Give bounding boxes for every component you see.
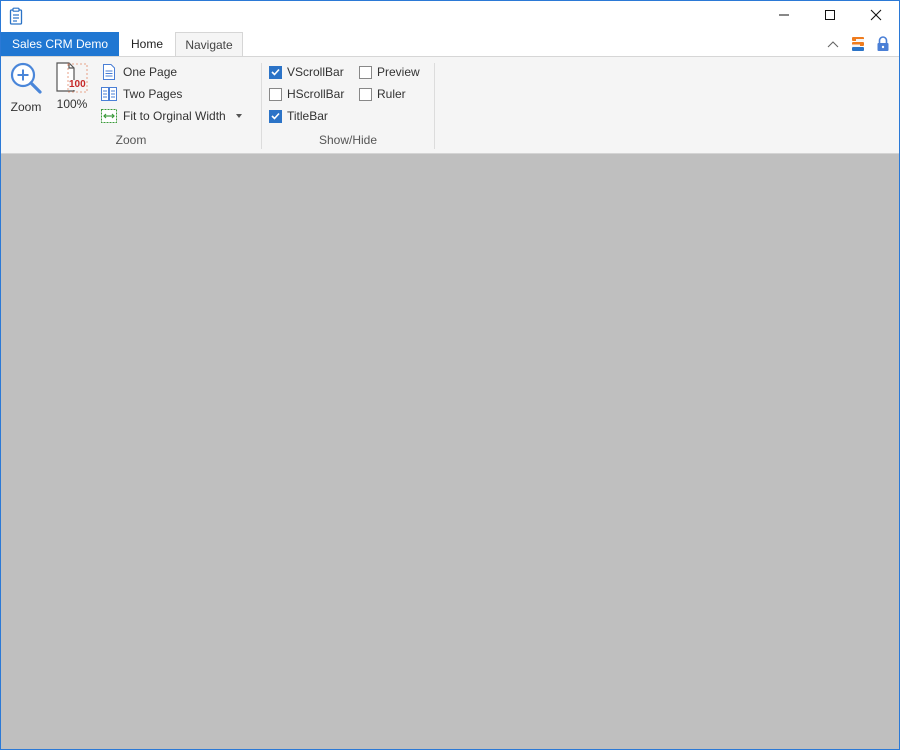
ruler-checkbox[interactable]: Ruler <box>359 84 406 104</box>
zoom-button-label: Zoom <box>10 100 42 114</box>
one-page-label: One Page <box>123 65 178 79</box>
minimize-icon <box>778 9 790 24</box>
maximize-button[interactable] <box>807 1 853 31</box>
one-page-icon <box>101 64 117 80</box>
clipboard-icon[interactable] <box>9 7 23 25</box>
fit-width-label: Fit to Orginal Width <box>123 109 226 123</box>
checkbox-unchecked-icon <box>359 87 372 101</box>
vscrollbar-label: VScrollBar <box>287 65 344 79</box>
ruler-label: Ruler <box>377 87 406 101</box>
tab-navigate[interactable]: Navigate <box>175 32 243 56</box>
tab-home[interactable]: Home <box>119 32 175 56</box>
close-icon <box>870 9 882 24</box>
showhide-group-label: Show/Hide <box>318 133 378 147</box>
chevron-up-icon[interactable] <box>824 35 842 53</box>
minimize-button[interactable] <box>761 1 807 31</box>
group-separator <box>434 63 435 149</box>
hscrollbar-label: HScrollBar <box>287 87 345 101</box>
checkbox-unchecked-icon <box>269 87 282 101</box>
checkbox-checked-icon <box>269 109 282 123</box>
two-pages-label: Two Pages <box>123 87 183 101</box>
zoom-group-label: Zoom <box>115 133 147 147</box>
percent-badge: 100 <box>69 79 86 90</box>
zoom-100-button[interactable]: 100 100% <box>54 61 90 111</box>
app-window: Sales CRM Demo Home Navigate Zoom 100 10… <box>0 0 900 750</box>
two-pages-button[interactable]: Two Pages <box>101 84 182 104</box>
vscrollbar-checkbox[interactable]: VScrollBar <box>269 62 344 82</box>
titlebar-label: TitleBar <box>287 109 328 123</box>
one-page-button[interactable]: One Page <box>101 62 177 82</box>
group-separator <box>261 63 262 149</box>
zoom-100-label: 100% <box>56 97 88 111</box>
preview-checkbox[interactable]: Preview <box>359 62 420 82</box>
zoom-in-icon <box>9 61 43 98</box>
dropdown-arrow-icon[interactable] <box>235 114 242 118</box>
skin-icon[interactable] <box>849 35 867 53</box>
checkbox-unchecked-icon <box>359 65 372 79</box>
fit-width-button[interactable]: Fit to Orginal Width <box>101 106 242 126</box>
maximize-icon <box>824 9 836 24</box>
fit-width-icon <box>101 108 117 124</box>
two-pages-icon <box>101 86 117 102</box>
hscrollbar-checkbox[interactable]: HScrollBar <box>269 84 344 104</box>
preview-label: Preview <box>377 65 420 79</box>
titlebar-checkbox[interactable]: TitleBar <box>269 106 328 126</box>
document-viewer-area[interactable] <box>1 154 899 749</box>
page-100-icon: 100 <box>54 61 90 95</box>
checkbox-checked-icon <box>269 65 282 79</box>
lock-icon[interactable] <box>874 35 892 53</box>
title-bar <box>1 1 899 31</box>
ribbon-panel: Zoom 100 100% One Page Two Pages Fit to … <box>1 56 899 154</box>
close-button[interactable] <box>853 1 899 31</box>
zoom-button[interactable]: Zoom <box>9 61 43 114</box>
app-menu-tab[interactable]: Sales CRM Demo <box>1 32 119 56</box>
ribbon-tab-strip: Sales CRM Demo Home Navigate <box>1 31 899 56</box>
